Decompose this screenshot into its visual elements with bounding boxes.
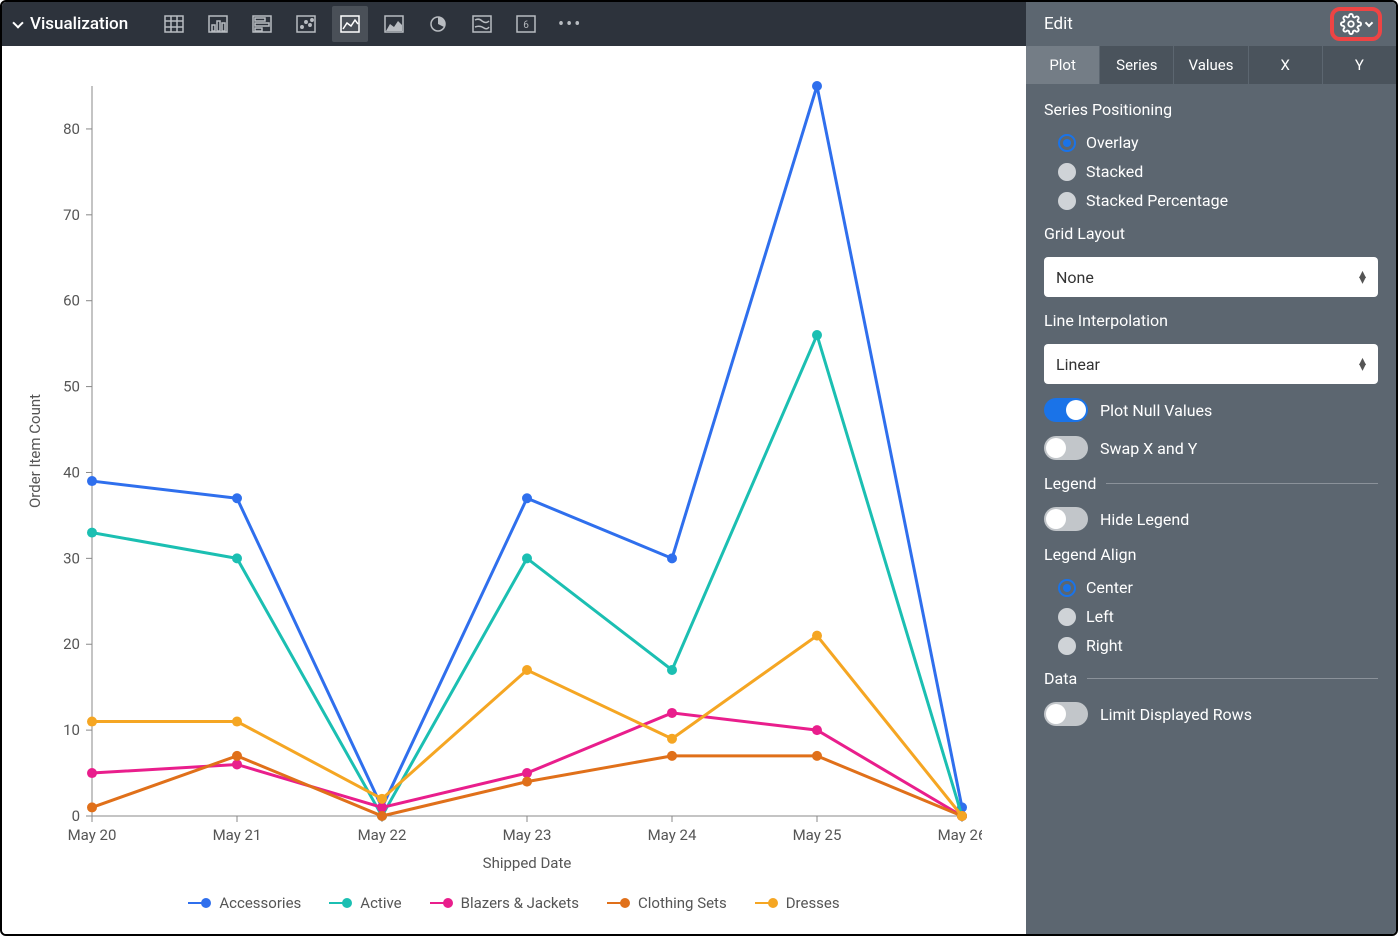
line-interpolation-value: Linear: [1056, 355, 1100, 374]
legend-label: Dresses: [786, 894, 840, 912]
svg-text:May 24: May 24: [648, 826, 697, 844]
svg-text:May 20: May 20: [68, 826, 117, 844]
radio-icon: [1058, 163, 1076, 181]
svg-text:10: 10: [63, 721, 80, 739]
radio-label: Left: [1086, 607, 1114, 626]
line-interpolation-label: Line Interpolation: [1044, 311, 1378, 330]
pie-chart-icon[interactable]: [420, 6, 456, 42]
single-value-icon[interactable]: 6: [508, 6, 544, 42]
legend-item[interactable]: Blazers & Jackets: [430, 894, 579, 912]
radio-left[interactable]: Left: [1058, 607, 1378, 626]
chevron-down-icon: [12, 17, 23, 28]
bar-chart-icon[interactable]: [244, 6, 280, 42]
select-caret-icon: ▴▾: [1359, 271, 1366, 283]
radio-overlay[interactable]: Overlay: [1058, 133, 1378, 152]
radio-right[interactable]: Right: [1058, 636, 1378, 655]
svg-text:70: 70: [63, 206, 80, 224]
grid-layout-label: Grid Layout: [1044, 224, 1378, 243]
tab-plot[interactable]: Plot: [1026, 46, 1100, 84]
legend-label: Accessories: [219, 894, 301, 912]
radio-icon: [1058, 134, 1076, 152]
column-chart-icon[interactable]: [200, 6, 236, 42]
svg-text:50: 50: [63, 378, 80, 396]
line-chart: 0 10 20 30 40 50 60 70 80 May 20 May 21 May 22 May 2…: [22, 66, 982, 886]
edit-tabs: PlotSeriesValuesXY: [1026, 46, 1396, 84]
gear-icon: [1340, 13, 1362, 35]
svg-text:30: 30: [63, 549, 80, 567]
svg-text:May 22: May 22: [358, 826, 407, 844]
chevron-down-icon: [1365, 19, 1373, 27]
svg-text:May 23: May 23: [503, 826, 552, 844]
radio-label: Stacked: [1086, 162, 1143, 181]
swap-xy-toggle[interactable]: [1044, 436, 1088, 460]
svg-text:May 21: May 21: [213, 826, 262, 844]
tab-y[interactable]: Y: [1323, 46, 1396, 84]
series-positioning-label: Series Positioning: [1044, 100, 1378, 119]
tab-x[interactable]: X: [1249, 46, 1323, 84]
tab-series[interactable]: Series: [1100, 46, 1174, 84]
toolbar-title: Visualization: [30, 14, 128, 34]
edit-panel-title: Edit: [1044, 14, 1073, 34]
legend-align-label: Legend Align: [1044, 545, 1378, 564]
radio-center[interactable]: Center: [1058, 578, 1378, 597]
svg-text:40: 40: [63, 463, 80, 481]
tab-values[interactable]: Values: [1174, 46, 1248, 84]
grid-layout-value: None: [1056, 268, 1094, 287]
radio-label: Stacked Percentage: [1086, 191, 1228, 210]
legend-label: Active: [360, 894, 401, 912]
limit-rows-toggle[interactable]: [1044, 702, 1088, 726]
line-chart-icon[interactable]: [332, 6, 368, 42]
scatter-chart-icon[interactable]: [288, 6, 324, 42]
area-chart-icon[interactable]: [376, 6, 412, 42]
legend-item[interactable]: Accessories: [188, 894, 301, 912]
line-interpolation-select[interactable]: Linear ▴▾: [1044, 344, 1378, 384]
visualization-toolbar: Visualization 6 •••: [2, 2, 1026, 46]
legend-item[interactable]: Dresses: [755, 894, 840, 912]
svg-text:May 25: May 25: [793, 826, 842, 844]
radio-label: Right: [1086, 636, 1123, 655]
map-chart-icon[interactable]: [464, 6, 500, 42]
svg-text:6: 6: [523, 20, 529, 31]
legend-item[interactable]: Clothing Sets: [607, 894, 727, 912]
hide-legend-toggle[interactable]: [1044, 507, 1088, 531]
select-caret-icon: ▴▾: [1359, 358, 1366, 370]
hide-legend-label: Hide Legend: [1100, 510, 1189, 529]
svg-text:Shipped Date: Shipped Date: [483, 854, 572, 872]
legend-label: Blazers & Jackets: [461, 894, 579, 912]
svg-text:80: 80: [63, 120, 80, 138]
radio-label: Center: [1086, 578, 1133, 597]
data-section-label: Data: [1044, 669, 1077, 688]
svg-text:60: 60: [63, 292, 80, 310]
chart-canvas: 0 10 20 30 40 50 60 70 80 May 20 May 21 May 22 May 2…: [2, 46, 1026, 934]
limit-rows-label: Limit Displayed Rows: [1100, 705, 1252, 724]
radio-label: Overlay: [1086, 133, 1139, 152]
chart-legend: Accessories Active Blazers & Jackets Clothi…: [22, 894, 1006, 912]
plot-null-toggle[interactable]: [1044, 398, 1088, 422]
plot-null-label: Plot Null Values: [1100, 401, 1212, 420]
legend-item[interactable]: Active: [329, 894, 401, 912]
more-charts-icon[interactable]: •••: [552, 6, 588, 42]
radio-icon: [1058, 637, 1076, 655]
edit-panel: Edit PlotSeriesValuesXY Series Positioni…: [1026, 2, 1396, 934]
radio-stacked-percentage[interactable]: Stacked Percentage: [1058, 191, 1378, 210]
svg-text:0: 0: [72, 807, 80, 825]
radio-icon: [1058, 192, 1076, 210]
swap-xy-label: Swap X and Y: [1100, 439, 1197, 458]
radio-icon: [1058, 608, 1076, 626]
grid-layout-select[interactable]: None ▴▾: [1044, 257, 1378, 297]
radio-stacked[interactable]: Stacked: [1058, 162, 1378, 181]
legend-section-label: Legend: [1044, 474, 1096, 493]
series-positioning-group: Overlay Stacked Stacked Percentage: [1044, 133, 1378, 210]
visualization-title-toggle[interactable]: Visualization: [14, 14, 128, 34]
legend-align-group: Center Left Right: [1044, 578, 1378, 655]
radio-icon: [1058, 579, 1076, 597]
settings-menu-button[interactable]: [1330, 7, 1382, 41]
svg-text:May 26: May 26: [938, 826, 982, 844]
table-chart-icon[interactable]: [156, 6, 192, 42]
svg-text:20: 20: [63, 635, 80, 653]
legend-label: Clothing Sets: [638, 894, 727, 912]
svg-text:Order Item Count: Order Item Count: [26, 394, 44, 508]
